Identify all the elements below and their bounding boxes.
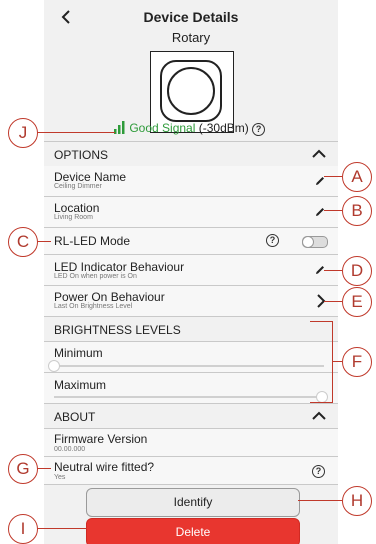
- led-indicator-row[interactable]: LED Indicator Behaviour LED On when powe…: [44, 255, 338, 286]
- rl-led-mode-title: RL-LED Mode: [54, 234, 131, 248]
- options-section-header[interactable]: OPTIONS: [44, 141, 338, 167]
- device-name-value: Ceiling Dimmer: [54, 183, 102, 190]
- callout-i-line: [37, 528, 87, 530]
- edit-pencil-icon[interactable]: [314, 206, 326, 218]
- maximum-label: Maximum: [54, 378, 107, 392]
- callout-c-line: [37, 241, 51, 243]
- signal-value: (-30dBm): [198, 121, 249, 135]
- callout-d-line: [324, 270, 342, 272]
- callout-b: B: [342, 196, 372, 226]
- signal-label: Good Signal: [129, 121, 196, 135]
- callout-d: D: [342, 256, 372, 286]
- minimum-slider-track[interactable]: [54, 365, 324, 367]
- page-subtitle: Rotary: [171, 30, 211, 45]
- minimum-label: Minimum: [54, 346, 103, 360]
- maximum-slider-track[interactable]: [54, 396, 324, 398]
- callout-i: I: [8, 514, 38, 544]
- signal-row: Good Signal (-30dBm) ?: [114, 121, 266, 136]
- neutral-wire-label: Neutral wire fitted?: [54, 460, 155, 474]
- callout-g: G: [8, 454, 38, 484]
- rl-led-help-icon[interactable]: ?: [266, 234, 279, 247]
- neutral-wire-value: Yes: [54, 474, 66, 481]
- location-value: Living Room: [54, 214, 93, 221]
- chevron-up-icon[interactable]: [312, 149, 326, 159]
- callout-f-bracket-top: [310, 321, 333, 323]
- callout-b-line: [324, 210, 342, 212]
- callout-f-line: [333, 361, 342, 363]
- brightness-section-header: BRIGHTNESS LEVELS: [44, 317, 338, 342]
- location-row[interactable]: Location Living Room: [44, 197, 338, 228]
- power-on-behaviour-row[interactable]: Power On Behaviour Last On Brightness Le…: [44, 286, 338, 317]
- chevron-up-icon[interactable]: [312, 411, 326, 421]
- callout-h: H: [342, 486, 372, 516]
- neutral-wire-help-icon[interactable]: ?: [312, 465, 325, 478]
- page-title: Device Details: [143, 9, 239, 25]
- callout-c: C: [8, 227, 38, 257]
- callout-a-line: [324, 176, 342, 178]
- location-title: Location: [54, 201, 100, 215]
- callout-e-line: [324, 301, 342, 303]
- firmware-label: Firmware Version: [54, 432, 148, 446]
- device-name-title: Device Name: [54, 170, 127, 184]
- minimum-slider-thumb[interactable]: [48, 360, 60, 372]
- firmware-version-row: Firmware Version 00.00.000: [44, 429, 338, 457]
- callout-g-line: [37, 468, 51, 470]
- device-details-screen: Device Details Rotary Good Signal (-30dB…: [44, 0, 338, 544]
- led-indicator-value: LED On when power is On: [54, 273, 137, 280]
- brightness-minimum-row: Minimum: [44, 342, 338, 373]
- rl-led-mode-row: RL-LED Mode ?: [44, 228, 338, 255]
- about-section-header[interactable]: ABOUT: [44, 404, 338, 429]
- callout-a: A: [342, 162, 372, 192]
- callout-j-line: [37, 132, 115, 134]
- callout-h-line: [298, 500, 342, 502]
- signal-strength-icon: [114, 121, 125, 134]
- brightness-header-label: BRIGHTNESS LEVELS: [54, 323, 181, 337]
- delete-button[interactable]: Delete: [86, 518, 300, 544]
- brightness-maximum-row: Maximum: [44, 373, 338, 404]
- power-on-value: Last On Brightness Level: [54, 303, 133, 310]
- signal-help-icon[interactable]: ?: [252, 123, 266, 136]
- led-indicator-title: LED Indicator Behaviour: [54, 260, 185, 274]
- callout-f: F: [342, 347, 372, 377]
- identify-button[interactable]: Identify: [86, 488, 300, 517]
- power-on-title: Power On Behaviour: [54, 290, 165, 304]
- neutral-wire-row: Neutral wire fitted? Yes ?: [44, 457, 338, 485]
- about-header-label: ABOUT: [54, 410, 96, 424]
- rl-led-mode-toggle[interactable]: [302, 236, 328, 248]
- firmware-value: 00.00.000: [54, 446, 86, 453]
- callout-f-bracket-bottom: [310, 402, 333, 404]
- callout-e: E: [342, 287, 372, 317]
- callout-j: J: [8, 118, 38, 148]
- device-name-row[interactable]: Device Name Ceiling Dimmer: [44, 166, 338, 197]
- options-header-label: OPTIONS: [54, 148, 109, 162]
